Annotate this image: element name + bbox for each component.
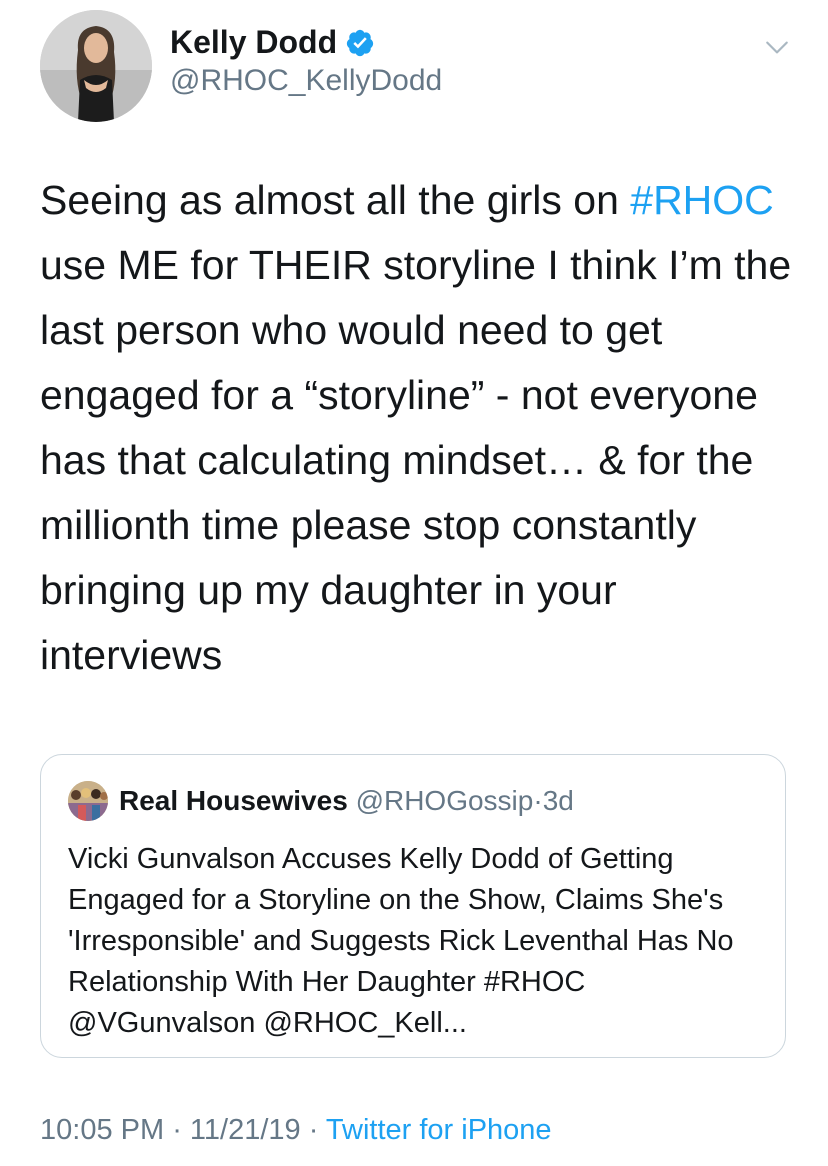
tweet-date[interactable]: 11/21/19 (190, 1114, 301, 1146)
tweet-text: Seeing as almost all the girls on #RHOC … (40, 168, 800, 688)
group-photo-icon (68, 781, 108, 821)
author-handle[interactable]: @RHOC_KellyDodd (170, 64, 442, 98)
tweet-time[interactable]: 10:05 PM (40, 1114, 164, 1146)
quoted-separator: · (533, 785, 543, 816)
quoted-tweet-text: Vicki Gunvalson Accuses Kelly Dodd of Ge… (68, 843, 734, 1039)
tweet-footer: 10:05 PM · 11/21/19 · Twitter for iPhone (40, 1114, 552, 1147)
footer-separator: · (300, 1114, 326, 1146)
quoted-tweet-header: Real Housewives @RHOGossip·3d (119, 785, 574, 817)
quoted-author-avatar (68, 781, 108, 821)
quoted-age: 3d (542, 785, 574, 816)
quoted-handle[interactable]: @RHOGossip (356, 785, 534, 816)
quoted-display-name[interactable]: Real Housewives (119, 785, 348, 816)
hashtag-link[interactable]: #RHOC (630, 177, 774, 223)
chevron-down-icon[interactable] (764, 34, 790, 60)
tweet-text-after: use ME for THEIR storyline I think I’m t… (40, 242, 792, 678)
profile-photo-icon (40, 10, 152, 122)
author-display-name[interactable]: Kelly Dodd (170, 24, 337, 61)
tweet-source-link[interactable]: Twitter for iPhone (326, 1114, 552, 1146)
footer-separator: · (164, 1114, 190, 1146)
verified-badge-icon (346, 29, 374, 56)
author-display-name-row: Kelly Dodd (170, 24, 375, 61)
tweet-text-before: Seeing as almost all the girls on (40, 177, 631, 223)
quoted-tweet-card[interactable]: Real Housewives @RHOGossip·3d Vicki Gunv… (40, 754, 786, 1058)
author-avatar[interactable] (40, 10, 152, 122)
